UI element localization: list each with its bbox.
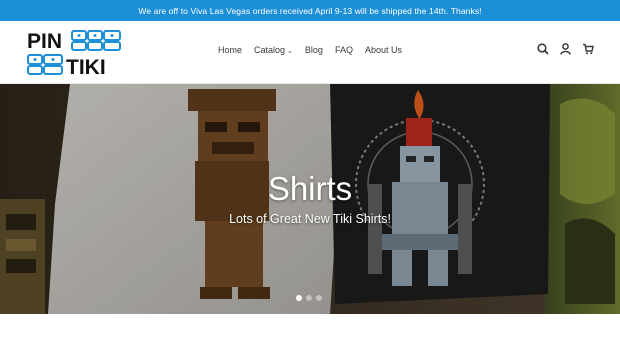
cart-icon[interactable] xyxy=(582,43,594,55)
header-icons xyxy=(537,43,594,55)
announcement-text: We are off to Viva Las Vegas orders rece… xyxy=(138,5,482,16)
hero-title: Shirts xyxy=(267,170,353,207)
nav-item-faq[interactable]: FAQ xyxy=(335,45,353,55)
hero-subtitle: Lots of Great New Tiki Shirts! xyxy=(229,212,391,226)
main-nav: Home Catalog ⌄ Blog FAQ About Us xyxy=(218,45,402,55)
site-header: PIN TIKI Home Catalog ⌄ Blog FAQ About Us xyxy=(0,21,620,84)
nav-item-about[interactable]: About Us xyxy=(365,45,402,55)
chevron-down-icon: ⌄ xyxy=(287,48,293,55)
slide-dot-1[interactable] xyxy=(296,295,302,301)
slide-dot-3[interactable] xyxy=(316,295,322,301)
hero-slideshow[interactable]: Shirts Lots of Great New Tiki Shirts! xyxy=(0,84,620,314)
logo-text-tiki: TIKI xyxy=(66,56,106,77)
site-logo[interactable]: PIN TIKI xyxy=(26,28,124,77)
nav-item-blog[interactable]: Blog xyxy=(305,45,323,55)
nav-item-catalog-label: Catalog xyxy=(254,45,286,55)
announcement-bar[interactable]: We are off to Viva Las Vegas orders rece… xyxy=(0,0,620,21)
nav-item-catalog[interactable]: Catalog ⌄ xyxy=(254,45,293,55)
search-icon[interactable] xyxy=(537,43,549,55)
nav-item-home[interactable]: Home xyxy=(218,45,242,55)
account-icon[interactable] xyxy=(560,43,571,55)
page-content-area xyxy=(0,314,620,343)
slide-dot-2[interactable] xyxy=(306,295,312,301)
logo-text-pin: PIN xyxy=(27,30,62,53)
slideshow-dots xyxy=(296,295,322,301)
